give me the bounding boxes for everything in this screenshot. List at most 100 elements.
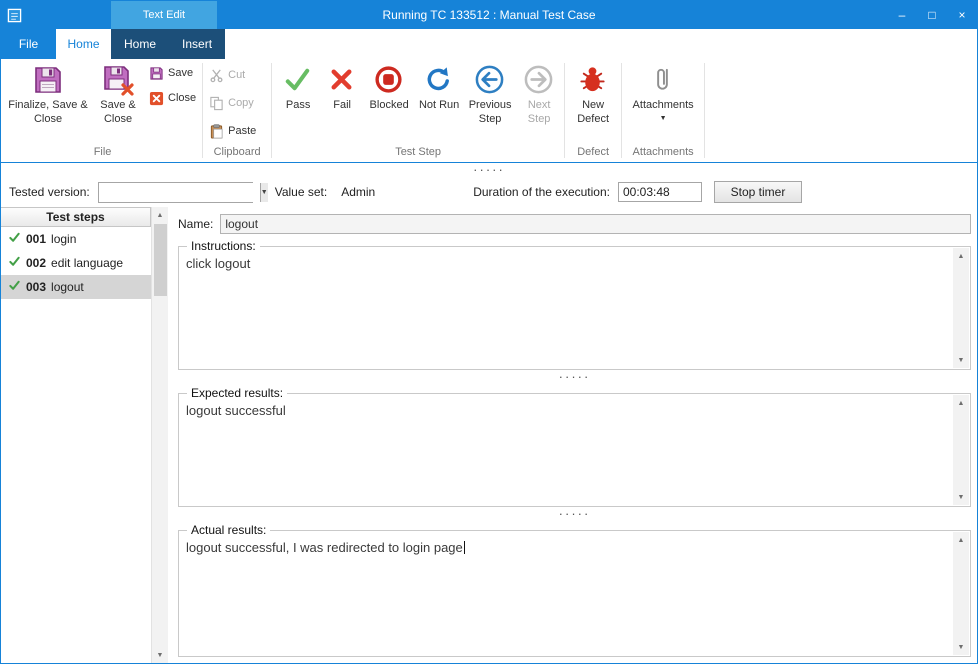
save-close-floppy-icon (102, 64, 134, 96)
combobox-dropdown-icon[interactable]: ▼ (260, 183, 268, 202)
actual-results-textarea[interactable]: logout successful, I was redirected to l… (186, 540, 946, 652)
previous-arrow-icon (474, 64, 506, 96)
instructions-expected-splitter[interactable]: ····· (178, 370, 971, 384)
duration-input[interactable] (618, 182, 702, 202)
file-group-small-buttons: Save Close (146, 61, 199, 108)
actual-results-label: Actual results: (187, 523, 270, 537)
test-step-row-3-selected[interactable]: 003 logout (1, 275, 151, 299)
maximize-icon[interactable]: □ (917, 1, 947, 29)
previous-step-button[interactable]: Previous Step (463, 61, 517, 145)
stop-timer-button[interactable]: Stop timer (714, 181, 802, 203)
blocked-button[interactable]: Blocked (363, 61, 415, 145)
step-label: edit language (51, 256, 123, 270)
scroll-up-icon[interactable]: ▲ (152, 207, 169, 223)
attachments-dropdown-icon[interactable]: ▼ (660, 115, 667, 122)
actual-scrollbar[interactable]: ▲ ▼ (953, 532, 969, 655)
test-steps-panel: Test steps 001 login 002 edit language (1, 207, 168, 663)
clipboard-icon (209, 124, 224, 139)
next-step-button[interactable]: Next Step (517, 61, 561, 145)
save-and-close-button[interactable]: Save & Close (90, 61, 146, 145)
expected-results-label: Expected results: (187, 386, 287, 400)
copy-button[interactable]: Copy (206, 93, 259, 113)
ribbon-group-clipboard: Cut Copy Paste Cl (203, 59, 271, 162)
step-passed-check-icon (8, 279, 21, 295)
scroll-down-icon[interactable]: ▼ (953, 352, 970, 368)
instructions-textarea[interactable]: click logout (186, 256, 946, 365)
steps-scrollbar[interactable]: ▲ ▼ (151, 207, 168, 663)
step-detail-pane: Name: Instructions: click logout ▲ ▼ ···… (168, 207, 977, 663)
ribbon-tab-row: File Home Home Insert (1, 29, 977, 59)
duration-label: Duration of the execution: (473, 185, 610, 199)
instructions-scrollbar[interactable]: ▲ ▼ (953, 248, 969, 368)
scrollbar-thumb[interactable] (154, 224, 167, 296)
cut-button[interactable]: Cut (206, 65, 259, 85)
splitter-dots: ····· (559, 511, 591, 517)
scroll-down-icon[interactable]: ▼ (953, 489, 970, 505)
ribbon-group-attachments: Attachments ▼ Attachments (622, 59, 704, 162)
step-label: login (51, 232, 76, 246)
ribbon: Finalize, Save & Close Save & Close Save (1, 59, 977, 163)
save-floppy-icon (32, 64, 64, 96)
step-passed-check-icon (8, 231, 21, 247)
minimize-icon[interactable]: – (887, 1, 917, 29)
copy-icon (209, 96, 224, 111)
close-button[interactable]: Close (146, 88, 199, 108)
test-step-row-2[interactable]: 002 edit language (1, 251, 151, 275)
window-controls: – □ × (887, 1, 977, 29)
save-button[interactable]: Save (146, 63, 199, 83)
paperclip-icon (647, 64, 679, 96)
expected-scrollbar[interactable]: ▲ ▼ (953, 395, 969, 505)
test-step-row-1[interactable]: 001 login (1, 227, 151, 251)
app-icon (7, 7, 23, 23)
blocked-stop-icon (373, 64, 405, 96)
not-run-undo-icon (423, 64, 455, 96)
attachments-button[interactable]: Attachments ▼ (625, 61, 701, 145)
scroll-up-icon[interactable]: ▲ (953, 248, 970, 264)
actual-results-groupbox: Actual results: logout successful, I was… (178, 530, 971, 657)
save-small-icon (149, 66, 164, 81)
close-window-icon[interactable]: × (947, 1, 977, 29)
step-passed-check-icon (8, 255, 21, 271)
finalize-save-close-button[interactable]: Finalize, Save & Close (6, 61, 90, 145)
fail-button[interactable]: Fail (321, 61, 363, 145)
ribbon-splitter[interactable]: ····· (1, 163, 977, 177)
close-red-icon (149, 91, 164, 106)
scroll-up-icon[interactable]: ▲ (953, 395, 970, 411)
window-title: Running TC 133512 : Manual Test Case (1, 8, 977, 22)
group-label-file: File (3, 145, 202, 162)
paste-button[interactable]: Paste (206, 121, 259, 141)
tab-file[interactable]: File (1, 29, 56, 59)
tab-ctx-insert[interactable]: Insert (169, 29, 225, 59)
execution-bar: Tested version: ▼ Value set: Admin Durat… (1, 177, 977, 207)
expected-results-textarea[interactable]: logout successful (186, 403, 946, 502)
tested-version-input[interactable] (99, 183, 260, 202)
text-cursor (464, 541, 465, 554)
expected-results-groupbox: Expected results: logout successful ▲ ▼ (178, 393, 971, 507)
ribbon-group-file: Finalize, Save & Close Save & Close Save (3, 59, 202, 162)
app-window: Text Edit Running TC 133512 : Manual Tes… (0, 0, 978, 664)
value-set-value: Admin (341, 185, 375, 199)
pass-check-icon (282, 64, 314, 96)
value-set-label: Value set: (275, 185, 327, 199)
tested-version-combobox[interactable]: ▼ (98, 182, 253, 203)
expected-actual-splitter[interactable]: ····· (178, 507, 971, 521)
step-label: logout (51, 280, 84, 294)
tab-ctx-home[interactable]: Home (111, 29, 169, 59)
scroll-down-icon[interactable]: ▼ (152, 647, 169, 663)
scroll-up-icon[interactable]: ▲ (953, 532, 970, 548)
instructions-groupbox: Instructions: click logout ▲ ▼ (178, 246, 971, 370)
scroll-down-icon[interactable]: ▼ (953, 639, 970, 655)
tab-home[interactable]: Home (56, 29, 111, 59)
pass-button[interactable]: Pass (275, 61, 321, 145)
not-run-button[interactable]: Not Run (415, 61, 463, 145)
titlebar: Text Edit Running TC 133512 : Manual Tes… (1, 1, 977, 29)
main-body: Test steps 001 login 002 edit language (1, 207, 977, 663)
ribbon-group-defect: New Defect Defect (565, 59, 621, 162)
contextual-tabs: Home Insert (111, 29, 225, 59)
new-defect-button[interactable]: New Defect (568, 61, 618, 145)
bug-icon (577, 64, 609, 96)
group-label-attachments: Attachments (622, 145, 704, 162)
group-label-clipboard: Clipboard (203, 145, 271, 162)
step-name-input[interactable] (220, 214, 971, 234)
ribbon-group-test-step: Pass Fail Blocked (272, 59, 564, 162)
